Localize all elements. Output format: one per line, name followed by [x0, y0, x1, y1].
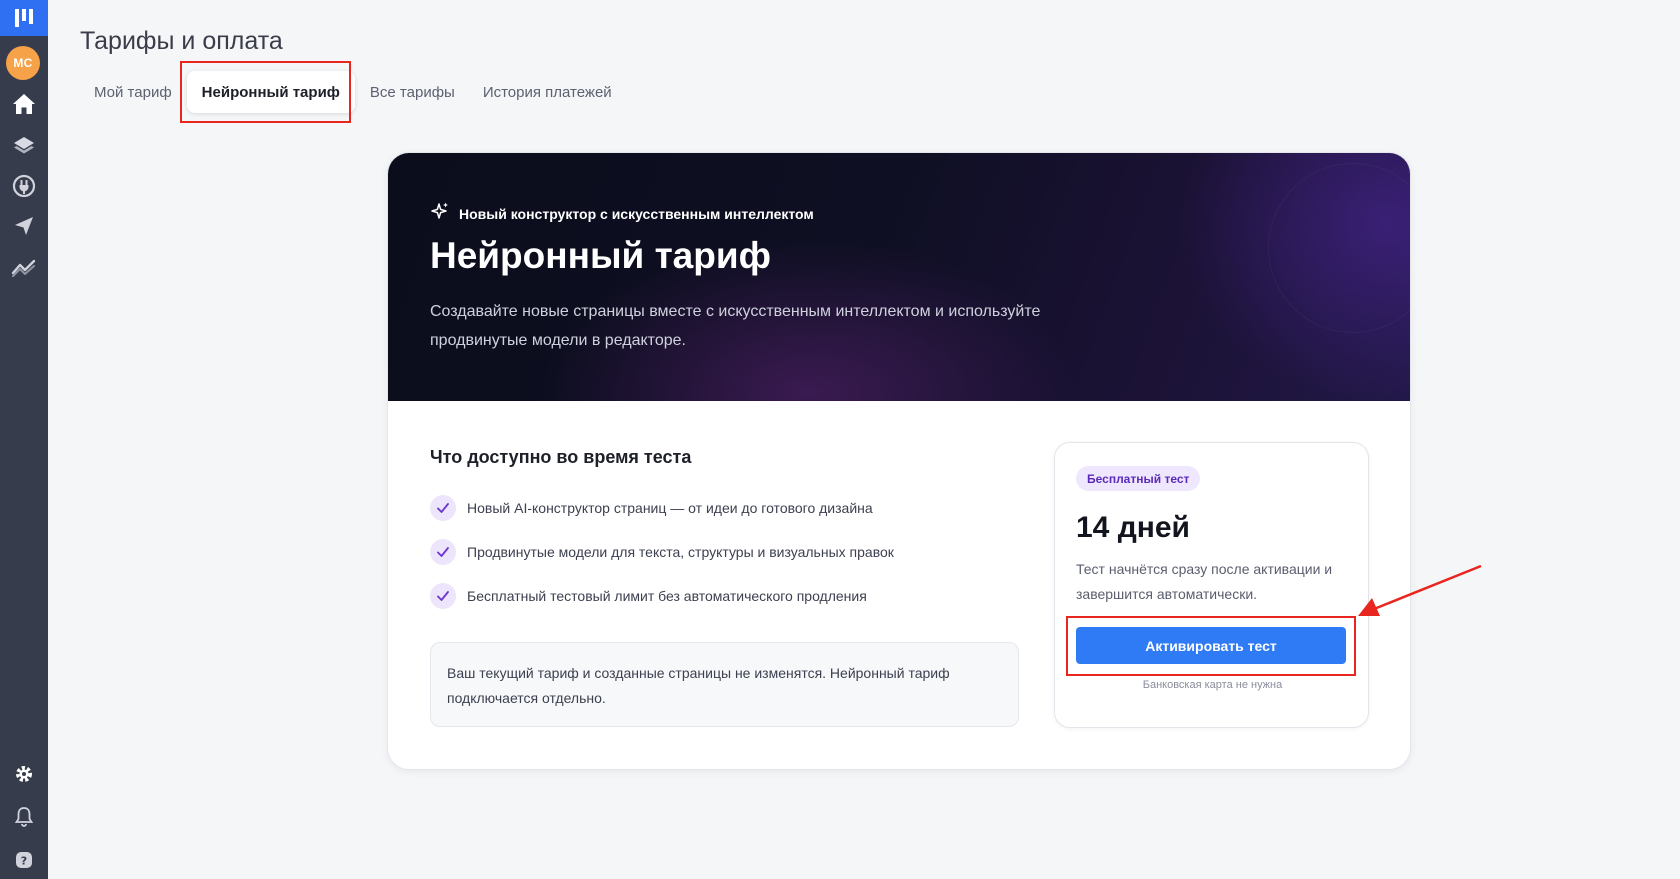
- hero-badge-text: Новый конструктор с искусственным интелл…: [459, 205, 814, 222]
- feature-text: Бесплатный тестовый лимит без автоматиче…: [467, 588, 867, 604]
- check-icon: [430, 583, 456, 609]
- plug-icon[interactable]: [10, 172, 38, 200]
- annotation-arrow-icon: [1358, 564, 1482, 616]
- sparkle-icon: [430, 201, 450, 226]
- tab-payment-history[interactable]: История платежей: [469, 71, 626, 113]
- button-highlight-box: [1066, 616, 1356, 676]
- hero-badge: Новый конструктор с искусственным интелл…: [430, 201, 814, 226]
- sidebar: MC ?: [0, 0, 48, 879]
- feature-item: Новый AI-конструктор страниц — от идеи д…: [430, 495, 873, 521]
- page-title: Тарифы и оплата: [80, 27, 283, 55]
- send-icon[interactable]: [10, 212, 38, 240]
- feature-item: Бесплатный тестовый лимит без автоматиче…: [430, 583, 867, 609]
- hero-title: Нейронный тариф: [430, 235, 771, 276]
- home-icon[interactable]: [10, 90, 38, 118]
- feature-item: Продвинутые модели для текста, структуры…: [430, 539, 894, 565]
- feature-text: Продвинутые модели для текста, структуры…: [467, 544, 894, 560]
- hero-banner: Новый конструктор с искусственным интелл…: [388, 153, 1410, 401]
- tab-my-plan[interactable]: Мой тариф: [80, 71, 186, 113]
- tab-bar: Мой тариф Нейронный тариф Все тарифы Ист…: [80, 70, 626, 114]
- svg-text:?: ?: [21, 855, 27, 868]
- help-icon[interactable]: ?: [10, 846, 38, 874]
- check-icon: [430, 495, 456, 521]
- info-note: Ваш текущий тариф и созданные страницы н…: [430, 642, 1019, 727]
- trial-footnote: Банковская карта не нужна: [1142, 679, 1283, 691]
- check-icon: [430, 539, 456, 565]
- tab-highlight-box: [180, 61, 351, 123]
- decorative-ring: [1268, 163, 1410, 333]
- trial-badge: Бесплатный тест: [1076, 466, 1201, 491]
- logo-icon[interactable]: [0, 0, 48, 36]
- trial-duration: 14 дней: [1076, 511, 1190, 544]
- hero-description: Создавайте новые страницы вместе с искус…: [430, 303, 1041, 349]
- gear-icon[interactable]: [10, 760, 38, 788]
- features-title: Что доступно во время теста: [430, 447, 692, 467]
- analytics-icon[interactable]: [10, 253, 38, 281]
- layers-icon[interactable]: [10, 131, 38, 159]
- feature-text: Новый AI-конструктор страниц — от идеи д…: [467, 500, 873, 516]
- neural-plan-card: Новый конструктор с искусственным интелл…: [387, 152, 1411, 770]
- trial-panel: Бесплатный тест 14 дней Тест начнётся ср…: [1054, 442, 1369, 728]
- avatar[interactable]: MC: [6, 46, 40, 80]
- bell-icon[interactable]: [10, 803, 38, 831]
- tab-all-plans[interactable]: Все тарифы: [356, 71, 469, 113]
- trial-description: Тест начнётся сразу после активации и за…: [1076, 561, 1333, 602]
